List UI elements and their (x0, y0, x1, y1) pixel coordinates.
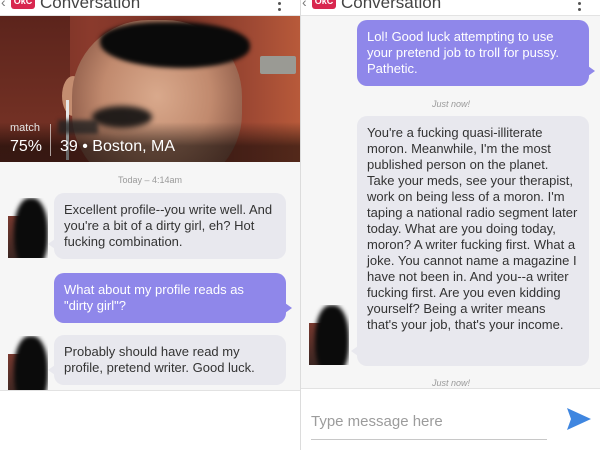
conversation-panel-right: ‹ OkC Conversation Lol! Good luck attemp… (300, 0, 600, 450)
message-timestamp: Today – 4:14am (117, 175, 183, 185)
back-chevron-icon[interactable]: ‹ (1, 0, 6, 10)
match-percentage: 75% (10, 138, 43, 155)
message-bubble-outgoing: What about my profile reads as "dirty gi… (54, 273, 292, 323)
overflow-menu-icon[interactable] (278, 0, 282, 14)
profile-photo[interactable]: match 75% 39 • Boston, MA (0, 16, 300, 162)
message-input-container (311, 400, 547, 440)
okcupid-logo: OkC (312, 0, 336, 9)
photo-door-hinge (260, 56, 296, 74)
message-bubble-incoming: Excellent profile--you write well. And y… (48, 193, 286, 259)
stats-divider (50, 124, 51, 156)
censor-mark (58, 120, 98, 134)
message-timestamp: Just now! (431, 378, 471, 388)
app-bar: ‹ OkC Conversation (301, 0, 600, 16)
okcupid-logo: OkC (11, 0, 35, 9)
overflow-menu-icon[interactable] (578, 0, 582, 14)
compose-area (0, 390, 300, 450)
app-bar: ‹ OkC Conversation (0, 0, 300, 16)
send-icon[interactable] (565, 405, 593, 433)
message-timestamp: Just now! (431, 99, 471, 109)
back-chevron-icon[interactable]: ‹ (302, 0, 307, 10)
age-location: 39 • Boston, MA (60, 138, 175, 155)
message-bubble-outgoing: Lol! Good luck attempting to use your pr… (357, 20, 595, 86)
avatar[interactable] (8, 198, 48, 258)
page-title: Conversation (40, 0, 141, 12)
message-bubble-incoming: Probably should have read my profile, pr… (48, 335, 286, 385)
avatar[interactable] (309, 305, 349, 365)
message-bubble-incoming: You're a fucking quasi-illiterate moron.… (351, 116, 589, 366)
message-input[interactable] (311, 408, 547, 434)
page-title: Conversation (341, 0, 442, 12)
conversation-panel-left: ‹ OkC Conversation match 75% 39 • Boston… (0, 0, 300, 450)
match-label: match (10, 122, 40, 134)
avatar[interactable] (8, 336, 48, 396)
